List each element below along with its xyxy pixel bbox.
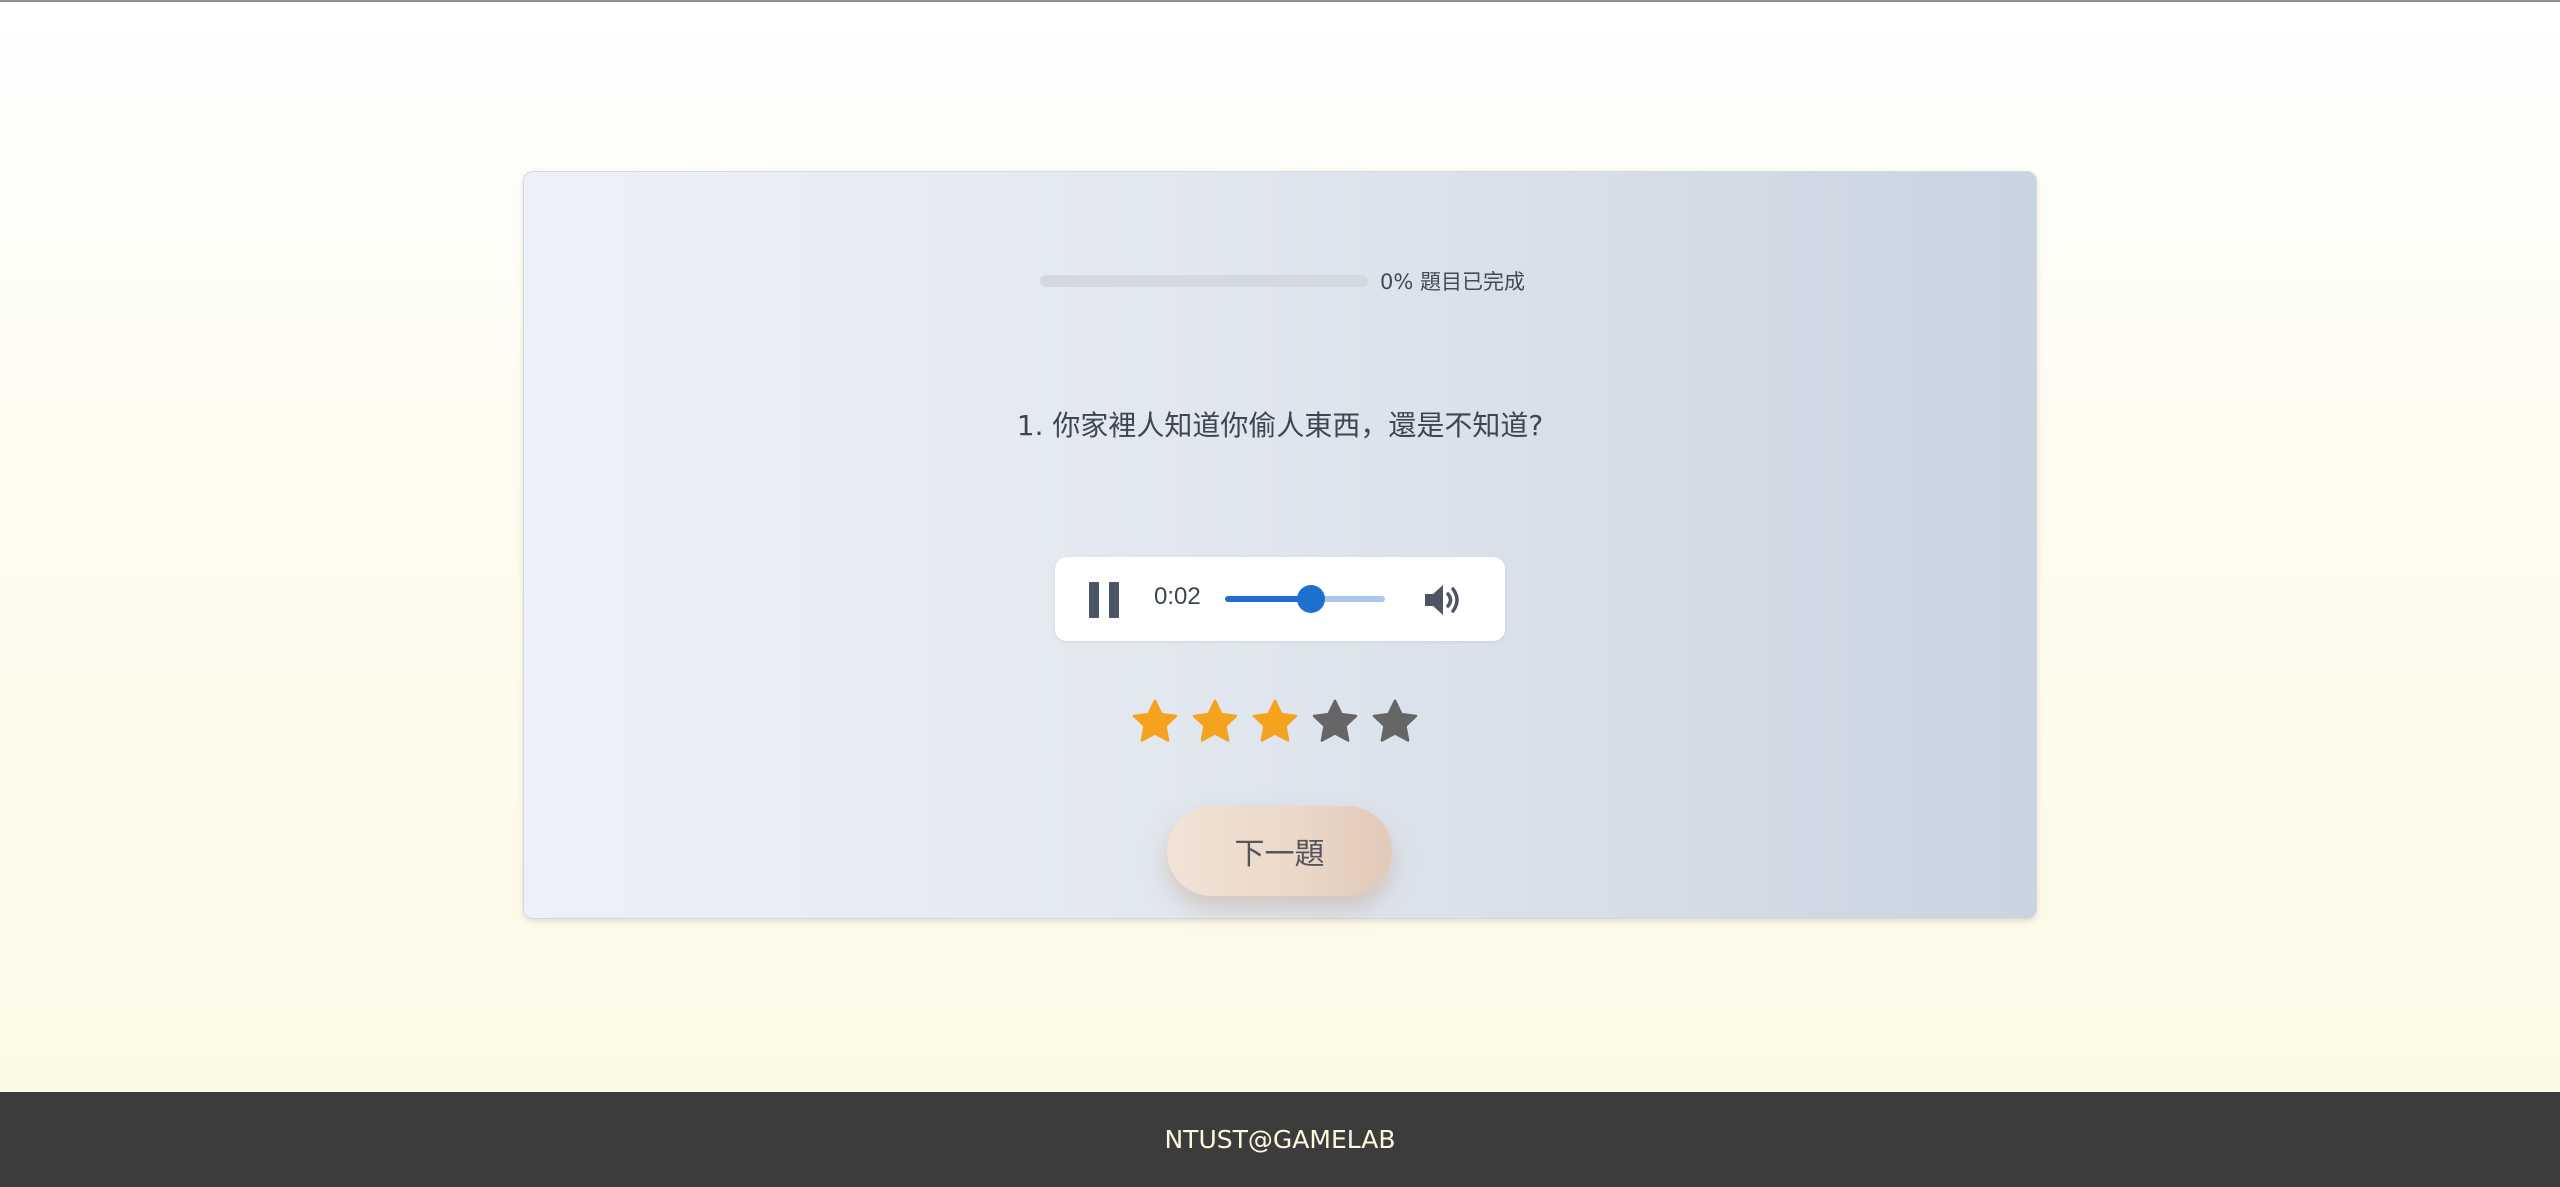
star-icon-5[interactable]	[1370, 697, 1420, 747]
star-icon-2[interactable]	[1190, 697, 1240, 747]
seek-slider[interactable]	[1225, 585, 1385, 613]
progress-bar	[1040, 275, 1368, 287]
progress-indicator: 0% 題目已完成	[1040, 266, 1525, 296]
top-border	[0, 0, 2560, 2]
volume-button[interactable]	[1422, 581, 1466, 619]
volume-icon	[1425, 585, 1459, 615]
audio-player: 0:02	[1055, 557, 1505, 641]
star-rating	[1130, 697, 1430, 747]
question-text: 1. 你家裡人知道你偷人東西，還是不知道?	[1016, 409, 1544, 442]
star-icon-3[interactable]	[1250, 697, 1300, 747]
current-time: 0:02	[1154, 583, 1201, 610]
footer-text: NTUST@GAMELAB	[1164, 1125, 1396, 1154]
star-icon-4[interactable]	[1310, 697, 1360, 747]
pause-icon-bar	[1109, 582, 1119, 618]
footer: NTUST@GAMELAB	[0, 1092, 2560, 1187]
progress-label: 0% 題目已完成	[1380, 270, 1525, 294]
pause-icon	[1089, 582, 1099, 618]
pause-button[interactable]	[1087, 582, 1121, 618]
seek-slider-thumb[interactable]	[1297, 585, 1326, 613]
star-icon-1[interactable]	[1130, 697, 1180, 747]
next-question-button[interactable]: 下一題	[1167, 806, 1392, 896]
